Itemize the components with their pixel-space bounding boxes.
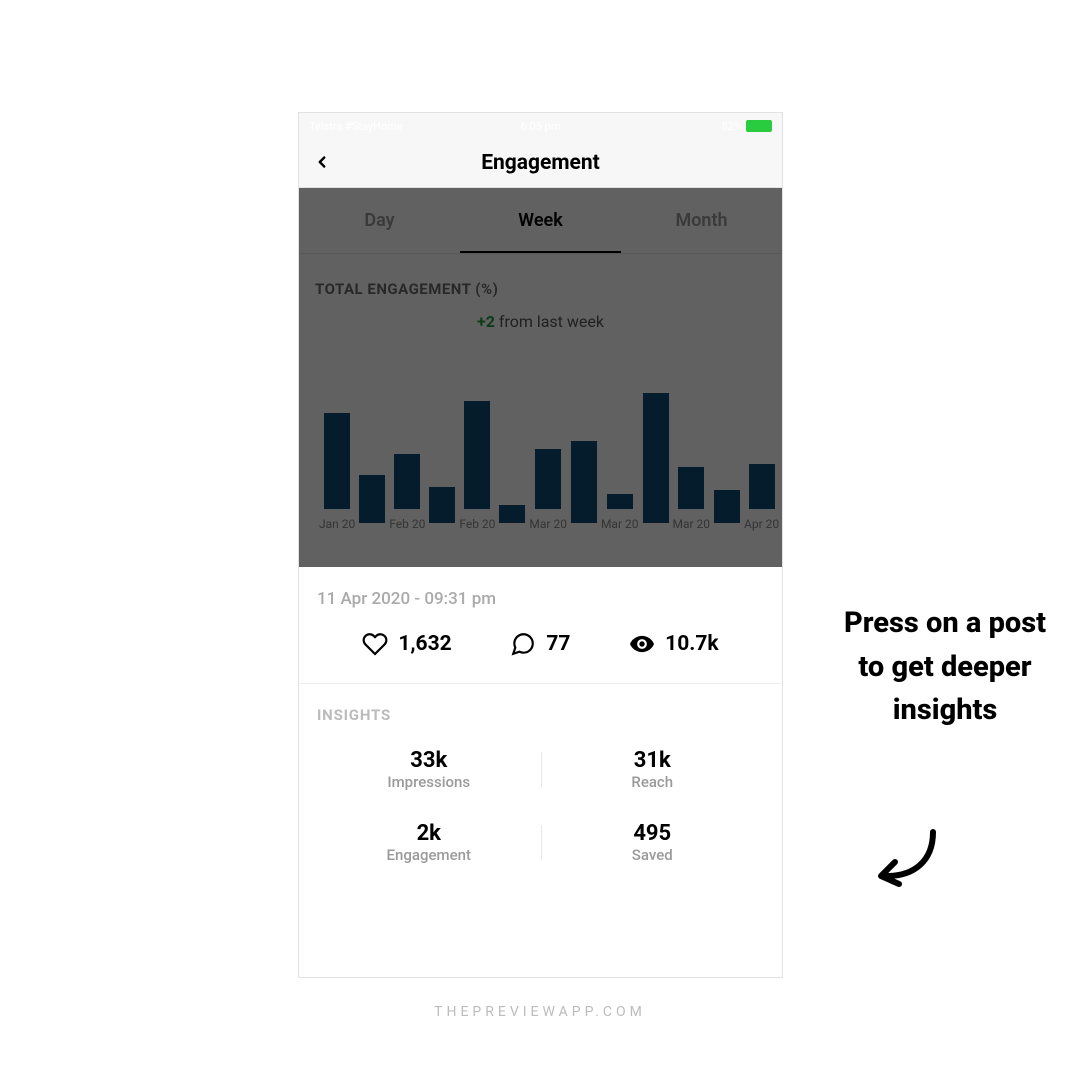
bar-label: Feb 20: [389, 517, 425, 531]
bar: [535, 449, 561, 509]
carrier-text: Telstra #StayHome: [309, 120, 403, 133]
bar-column: [429, 487, 455, 531]
battery-pct: 82%: [722, 120, 742, 133]
bar-chart: Jan 20Feb 20Feb 20Mar 20Mar 20Mar 20Apr …: [315, 359, 766, 531]
chart-delta: +2 from last week: [315, 312, 766, 331]
bar-column: Feb 20: [459, 401, 495, 531]
views-value: 10.7k: [665, 632, 718, 656]
back-button[interactable]: [313, 148, 331, 178]
nav-bar: Engagement: [299, 139, 782, 188]
likes-stat: 1,632: [362, 631, 451, 657]
post-date: 11 Apr 2020 - 09:31 pm: [317, 589, 764, 609]
chart-area: TOTAL ENGAGEMENT (%) +2 from last week J…: [299, 254, 782, 567]
bar-label: Mar 20: [673, 517, 711, 531]
bar: [571, 441, 597, 524]
battery-icon: [746, 120, 772, 132]
bar: [714, 490, 740, 523]
likes-value: 1,632: [398, 632, 451, 656]
page-title: Engagement: [299, 151, 782, 175]
insight-saved: 495 Saved: [541, 821, 765, 864]
insights-section: INSIGHTS 33k Impressions 31k Reach 2k En…: [299, 684, 782, 894]
bar-column: [359, 475, 385, 531]
delta-value: +2: [477, 312, 495, 331]
bar-column: Mar 20: [601, 494, 639, 531]
insights-title: INSIGHTS: [317, 706, 764, 724]
bar-column: [714, 490, 740, 531]
bar-label: Mar 20: [601, 517, 639, 531]
insight-value: 31k: [541, 748, 765, 773]
tab-day[interactable]: Day: [299, 210, 460, 231]
insight-reach: 31k Reach: [541, 748, 765, 791]
bar-label: Feb 20: [459, 517, 495, 531]
phone-frame: Telstra #StayHome 6:05 pm 82% Engagement…: [298, 112, 783, 978]
insight-value: 33k: [317, 748, 541, 773]
chart-title: TOTAL ENGAGEMENT (%): [315, 280, 766, 298]
engagement-panel: Day Week Month TOTAL ENGAGEMENT (%) +2 f…: [299, 188, 782, 567]
comments-stat: 77: [510, 631, 570, 657]
bar-column: Jan 20: [319, 413, 355, 531]
insights-grid: 33k Impressions 31k Reach 2k Engagement …: [317, 748, 764, 864]
delta-suffix: from last week: [495, 312, 604, 331]
post-stats-row: 1,632 77 10.7k: [317, 631, 764, 657]
insight-engagement: 2k Engagement: [317, 821, 541, 864]
callout-text: Press on a post to get deeper insights: [835, 602, 1055, 733]
status-bar: Telstra #StayHome 6:05 pm 82%: [299, 113, 782, 139]
insight-value: 2k: [317, 821, 541, 846]
tab-week[interactable]: Week: [460, 210, 621, 231]
clock: 6:05 pm: [521, 120, 561, 133]
heart-icon: [362, 631, 388, 657]
insight-label: Reach: [541, 773, 765, 791]
bar: [359, 475, 385, 523]
footer-link: THEPREVIEWAPP.COM: [434, 1004, 646, 1020]
comment-icon: [510, 631, 536, 657]
insight-impressions: 33k Impressions: [317, 748, 541, 791]
arrow-icon: [875, 824, 945, 894]
insight-label: Impressions: [317, 773, 541, 791]
bar: [394, 454, 420, 510]
comments-value: 77: [546, 632, 570, 656]
bar-label: Mar 20: [529, 517, 567, 531]
bar: [643, 393, 669, 524]
bar-label: Apr 20: [744, 517, 779, 531]
chevron-left-icon: [313, 153, 331, 171]
bar-column: [571, 441, 597, 532]
bar: [678, 467, 704, 509]
tab-month[interactable]: Month: [621, 210, 782, 231]
bar: [607, 494, 633, 509]
bar-column: [643, 393, 669, 532]
period-tabs: Day Week Month: [299, 188, 782, 254]
bar-column: Mar 20: [529, 449, 567, 531]
insight-label: Saved: [541, 846, 765, 864]
bar: [464, 401, 490, 509]
bar: [749, 464, 775, 509]
bar: [324, 413, 350, 509]
post-card[interactable]: 11 Apr 2020 - 09:31 pm 1,632 77 10.7k: [299, 567, 782, 684]
eye-icon: [629, 631, 655, 657]
bar-column: Mar 20: [673, 467, 711, 531]
bar-column: Apr 20: [744, 464, 779, 531]
insight-label: Engagement: [317, 846, 541, 864]
bar: [429, 487, 455, 523]
insight-value: 495: [541, 821, 765, 846]
views-stat: 10.7k: [629, 631, 718, 657]
bar-column: Feb 20: [389, 454, 425, 532]
bar: [499, 505, 525, 523]
bar-label: Jan 20: [319, 517, 355, 531]
bar-column: [499, 505, 525, 531]
